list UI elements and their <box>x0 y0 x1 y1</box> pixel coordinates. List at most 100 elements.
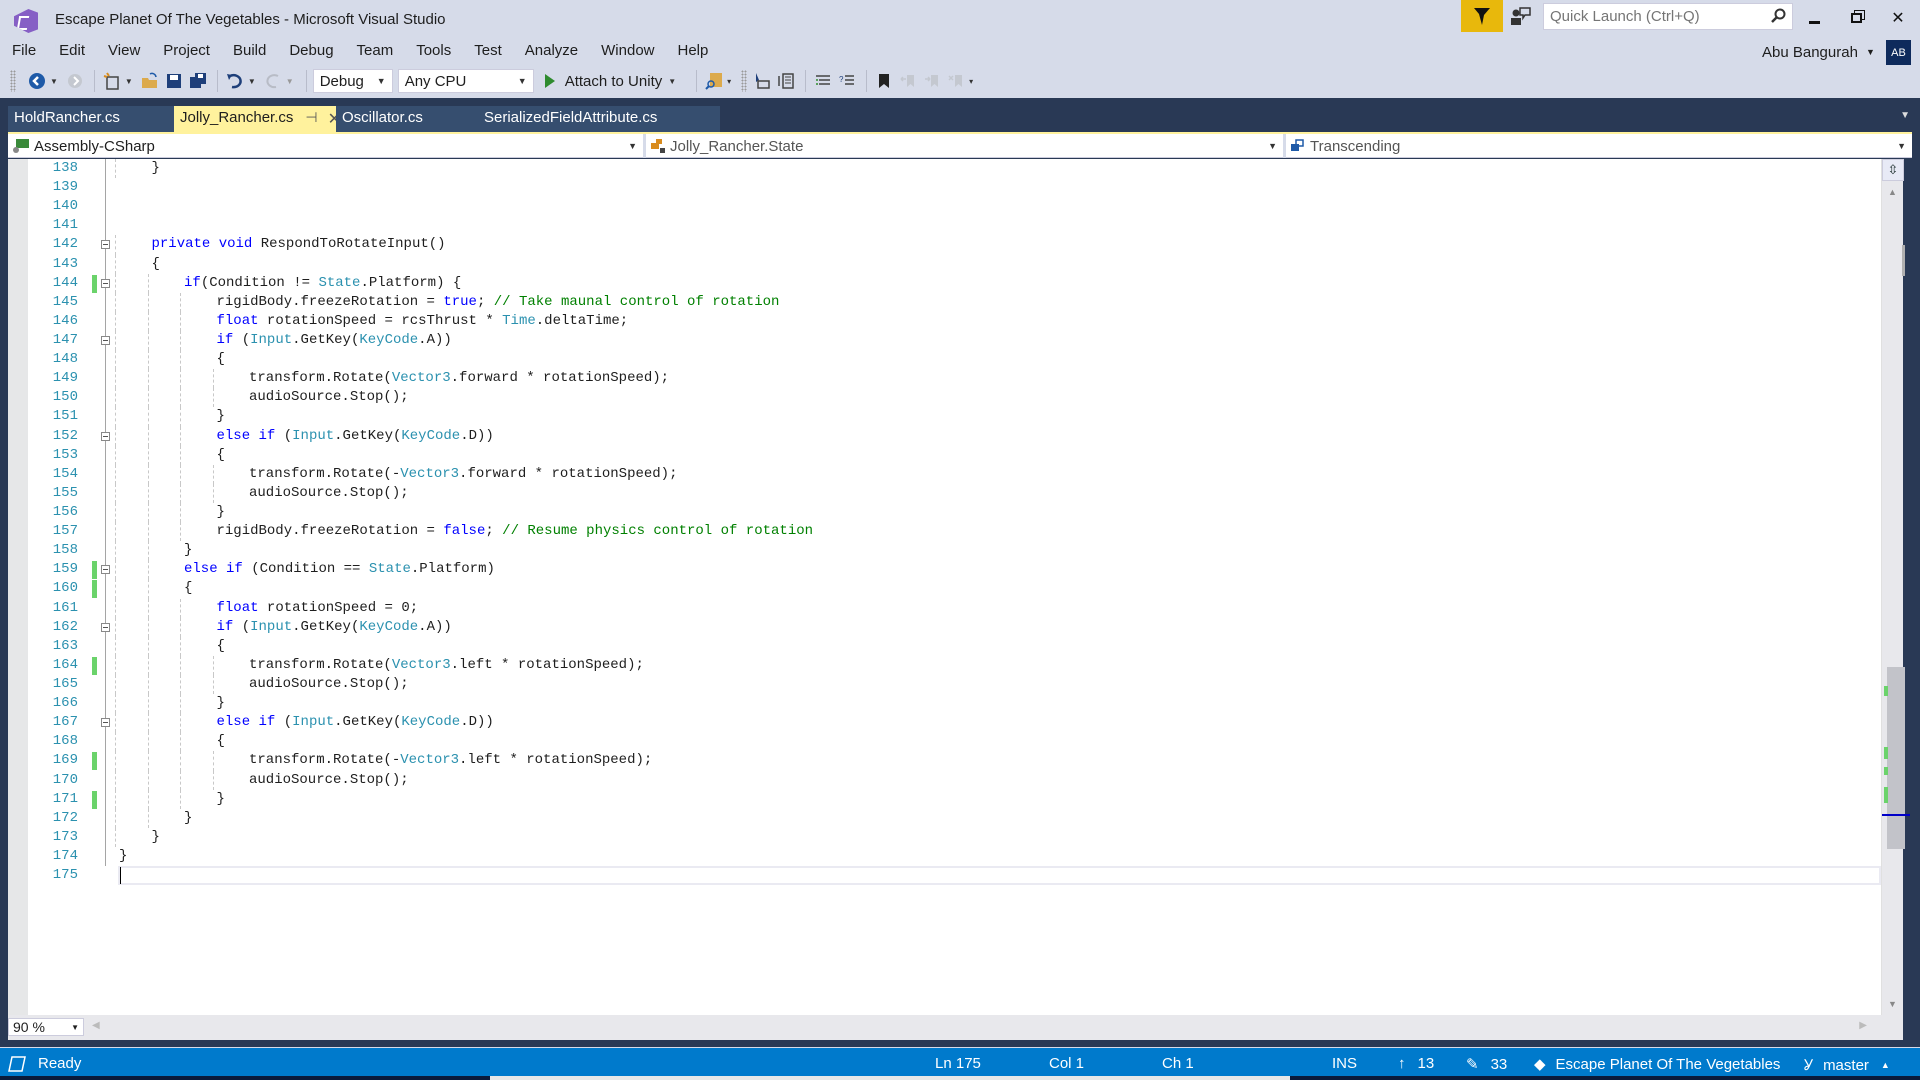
code-line[interactable]: 171} <box>28 789 1881 809</box>
collapse-toggle-icon[interactable] <box>101 335 110 345</box>
tab-serializedfieldattribute[interactable]: SerializedFieldAttribute.cs <box>480 106 720 132</box>
feedback-icon[interactable] <box>1510 6 1532 26</box>
code-line[interactable]: 169 transform.Rotate(-Vector3.left * rota… <box>28 751 1881 771</box>
solution-configuration-select[interactable]: Debug ▼ <box>312 69 393 93</box>
collapse-toggle-icon[interactable] <box>101 431 110 441</box>
code-line[interactable]: 141 <box>28 216 1881 236</box>
collapse-toggle-icon[interactable] <box>101 718 110 728</box>
navigate-back-icon[interactable] <box>26 70 48 92</box>
quick-launch-box[interactable] <box>1543 3 1793 30</box>
new-project-dropdown-icon[interactable]: ▼ <box>125 77 133 86</box>
code-line[interactable]: 167 else if (Input.GetKey(KeyCode.D)) <box>28 713 1881 733</box>
code-line[interactable]: 172} <box>28 808 1881 828</box>
undo-icon[interactable] <box>224 70 246 92</box>
menu-help[interactable]: Help <box>666 40 709 64</box>
attach-dropdown-icon[interactable]: ▼ <box>668 77 676 86</box>
member-dropdown[interactable]: Transcending ▼ <box>1286 134 1912 158</box>
minimize-button[interactable] <box>1798 6 1830 30</box>
menu-window[interactable]: Window <box>589 40 654 64</box>
code-line[interactable]: 168 { <box>28 732 1881 752</box>
code-line[interactable]: 156} <box>28 502 1881 523</box>
code-line[interactable]: 154 transform.Rotate(-Vector3.forward * r… <box>28 464 1881 484</box>
menu-file[interactable]: File <box>0 40 36 64</box>
code-line[interactable]: 158} <box>28 541 1881 561</box>
comment-lines-icon[interactable] <box>812 70 834 92</box>
scroll-left-arrow-icon[interactable]: ◀ <box>92 1020 100 1031</box>
code-line[interactable]: 150 audioSource.Stop(); <box>28 388 1881 408</box>
output-window-icon[interactable] <box>8 1055 26 1072</box>
menu-analyze[interactable]: Analyze <box>513 40 578 64</box>
code-line[interactable]: 140 <box>28 197 1881 217</box>
scroll-right-arrow-icon[interactable]: ▶ <box>1859 1020 1867 1031</box>
code-line[interactable]: 163 { <box>28 636 1881 656</box>
type-dropdown[interactable]: Jolly_Rancher.State ▼ <box>646 134 1286 158</box>
notifications-filter-button[interactable] <box>1461 0 1503 32</box>
code-line[interactable]: 147 if (Input.GetKey(KeyCode.A)) <box>28 330 1881 351</box>
code-line[interactable]: 148 { <box>28 350 1881 370</box>
menu-test[interactable]: Test <box>462 40 502 64</box>
show-next-statement-icon[interactable] <box>775 70 797 92</box>
zoom-level-select[interactable]: 90 % ▼ <box>8 1018 84 1036</box>
redo-icon[interactable] <box>262 70 284 92</box>
code-line[interactable]: 138} <box>28 159 1881 179</box>
next-bookmark-icon[interactable] <box>921 70 943 92</box>
code-line[interactable]: 146 float rotationSpeed = rcsThrust * Tim… <box>28 311 1881 331</box>
code-line[interactable]: 142 private void RespondToRotateInput() <box>28 235 1881 255</box>
avatar[interactable]: AB <box>1886 40 1911 65</box>
code-editor[interactable]: 138} 139 140 141 142 private void RespondToRo… <box>8 159 1881 1015</box>
menu-team[interactable]: Team <box>345 40 394 64</box>
scroll-up-arrow-icon[interactable]: ▲ <box>1888 187 1897 197</box>
find-in-files-icon[interactable] <box>703 70 725 92</box>
search-icon[interactable] <box>1770 8 1786 24</box>
restore-button[interactable] <box>1840 6 1872 30</box>
indicator-margin[interactable] <box>8 159 28 1015</box>
pending-changes-button[interactable]: ✎ 33 <box>1466 1055 1507 1074</box>
new-project-icon[interactable] <box>101 70 123 92</box>
project-dropdown[interactable]: Assembly-CSharp ▼ <box>8 134 646 158</box>
code-line[interactable]: 173} <box>28 827 1881 847</box>
vertical-scrollbar[interactable]: ⇳ ▲ ▼ <box>1881 159 1910 1015</box>
menu-project[interactable]: Project <box>151 40 210 64</box>
open-file-icon[interactable] <box>139 70 161 92</box>
tab-oscillator[interactable]: Oscillator.cs <box>336 106 480 132</box>
code-line[interactable]: 144 if(Condition != State.Platform) { <box>28 273 1881 293</box>
code-line[interactable]: 139 <box>28 178 1881 198</box>
collapse-toggle-icon[interactable] <box>101 278 110 288</box>
save-icon[interactable] <box>163 70 185 92</box>
menu-view[interactable]: View <box>96 40 140 64</box>
code-line[interactable]: 164 transform.Rotate(Vector3.left * rotat… <box>28 655 1881 675</box>
tab-overflow-chevron-icon[interactable]: ▼ <box>1900 110 1910 121</box>
pin-icon[interactable]: ⊣ <box>305 109 317 126</box>
code-lines[interactable]: 138} 139 140 141 142 private void RespondToRo… <box>28 159 1881 886</box>
scroll-down-arrow-icon[interactable]: ▼ <box>1888 999 1897 1009</box>
user-name[interactable]: Abu Bangurah <box>1762 44 1858 61</box>
collapse-toggle-icon[interactable] <box>101 622 110 632</box>
attach-to-unity-button[interactable]: Attach to Unity ▼ <box>544 73 682 90</box>
code-line[interactable]: 165 audioSource.Stop(); <box>28 674 1881 695</box>
bookmark-icon[interactable] <box>873 70 895 92</box>
menu-build[interactable]: Build <box>221 40 266 64</box>
navigate-back-dropdown-icon[interactable]: ▼ <box>50 77 58 86</box>
code-line[interactable]: 170 audioSource.Stop(); <box>28 770 1881 790</box>
code-line[interactable]: 175 <box>28 866 1881 886</box>
scrollbar-thumb[interactable] <box>1887 667 1905 849</box>
code-line[interactable]: 155 audioSource.Stop(); <box>28 483 1881 503</box>
close-button[interactable]: ✕ <box>1882 6 1914 30</box>
toolbar-overflow-icon[interactable]: ▾ <box>727 77 731 86</box>
save-all-icon[interactable] <box>187 70 209 92</box>
code-line[interactable]: 153 { <box>28 445 1881 465</box>
code-line[interactable]: 152 else if (Input.GetKey(KeyCode.D)) <box>28 426 1881 446</box>
code-line[interactable]: 157 rigidBody.freezeRotation = false; // … <box>28 522 1881 542</box>
unpushed-commits-button[interactable]: ↑ 13 <box>1398 1055 1434 1072</box>
solution-platform-select[interactable]: Any CPU ▼ <box>397 69 534 93</box>
code-line[interactable]: 159 else if (Condition == State.Platform) <box>28 560 1881 580</box>
collapse-toggle-icon[interactable] <box>101 565 110 575</box>
step-into-icon[interactable] <box>751 70 773 92</box>
user-menu-chevron-icon[interactable]: ▼ <box>1866 47 1875 57</box>
collapse-toggle-icon[interactable] <box>101 240 110 250</box>
repository-button[interactable]: ◆ Escape Planet Of The Vegetables <box>1534 1055 1780 1074</box>
toolbar-overflow-icon[interactable]: ▾ <box>969 77 973 86</box>
navigate-forward-icon[interactable] <box>64 70 86 92</box>
previous-bookmark-icon[interactable] <box>897 70 919 92</box>
code-line[interactable]: 166} <box>28 694 1881 714</box>
